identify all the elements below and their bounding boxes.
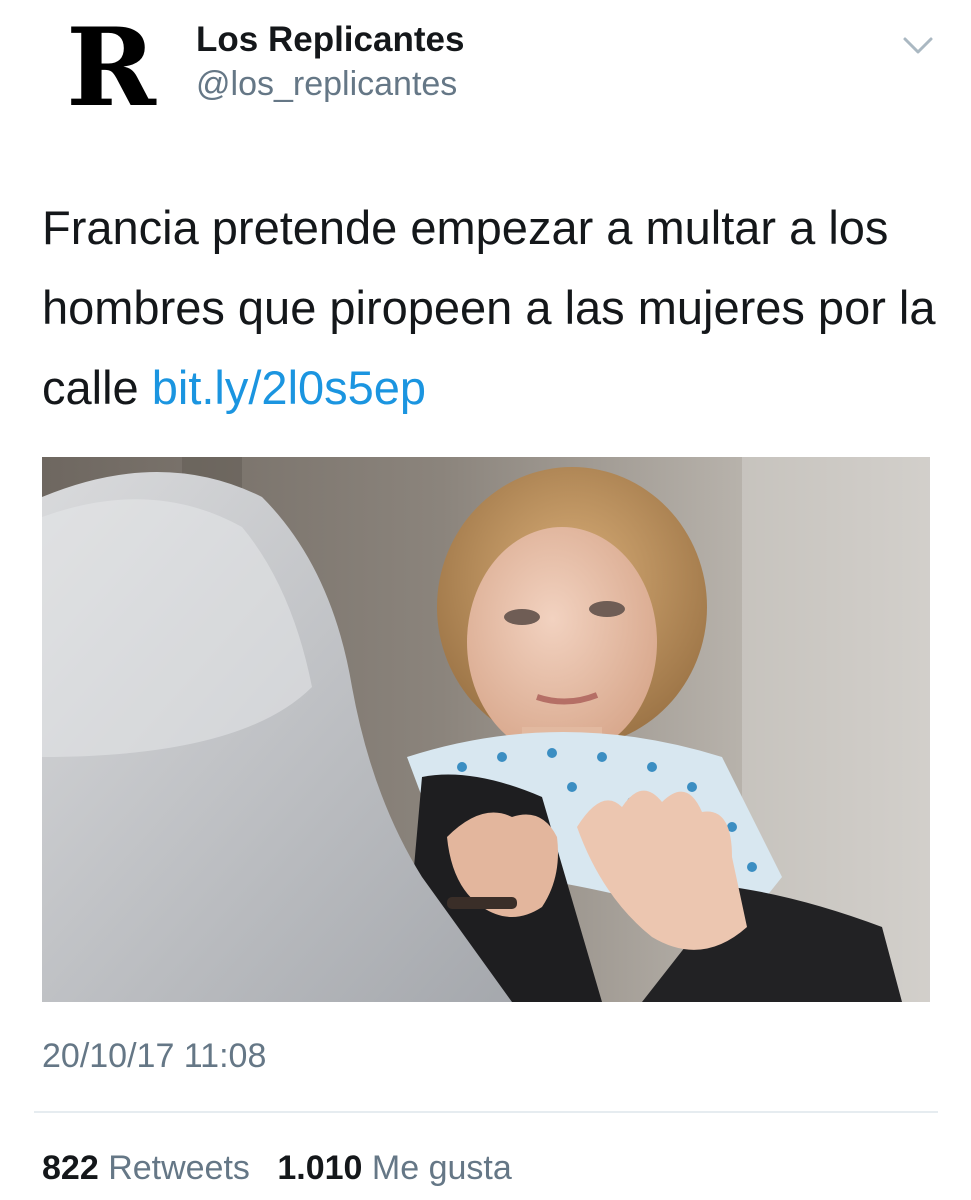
avatar-logo-letter: R xyxy=(66,5,156,131)
tweet-link[interactable]: bit.ly/2l0s5ep xyxy=(152,361,426,414)
display-name[interactable]: Los Replicantes xyxy=(196,18,464,62)
chevron-down-icon[interactable] xyxy=(901,30,935,60)
tweet-text: Francia pretende empezar a multar a los … xyxy=(42,188,942,428)
likes-label: Me gusta xyxy=(371,1149,512,1187)
retweets-count: 822 xyxy=(42,1149,99,1187)
retweets-label: Retweets xyxy=(108,1149,250,1187)
tweet-photo[interactable] xyxy=(42,457,930,1002)
account-handle[interactable]: @los_replicantes xyxy=(196,62,464,106)
divider xyxy=(34,1111,938,1113)
retweets-stat[interactable]: 822 Retweets xyxy=(42,1146,250,1190)
tweet-stats: 822 Retweets 1.010 Me gusta xyxy=(42,1146,530,1190)
avatar[interactable]: R xyxy=(60,5,160,131)
photo-illustration xyxy=(42,457,930,1002)
tweet-header: R Los Replicantes @los_replicantes xyxy=(0,0,971,140)
tweet-timestamp[interactable]: 20/10/17 11:08 xyxy=(42,1034,266,1078)
likes-stat[interactable]: 1.010 Me gusta xyxy=(277,1146,511,1190)
likes-count: 1.010 xyxy=(277,1149,363,1187)
account-names: Los Replicantes @los_replicantes xyxy=(196,18,464,106)
